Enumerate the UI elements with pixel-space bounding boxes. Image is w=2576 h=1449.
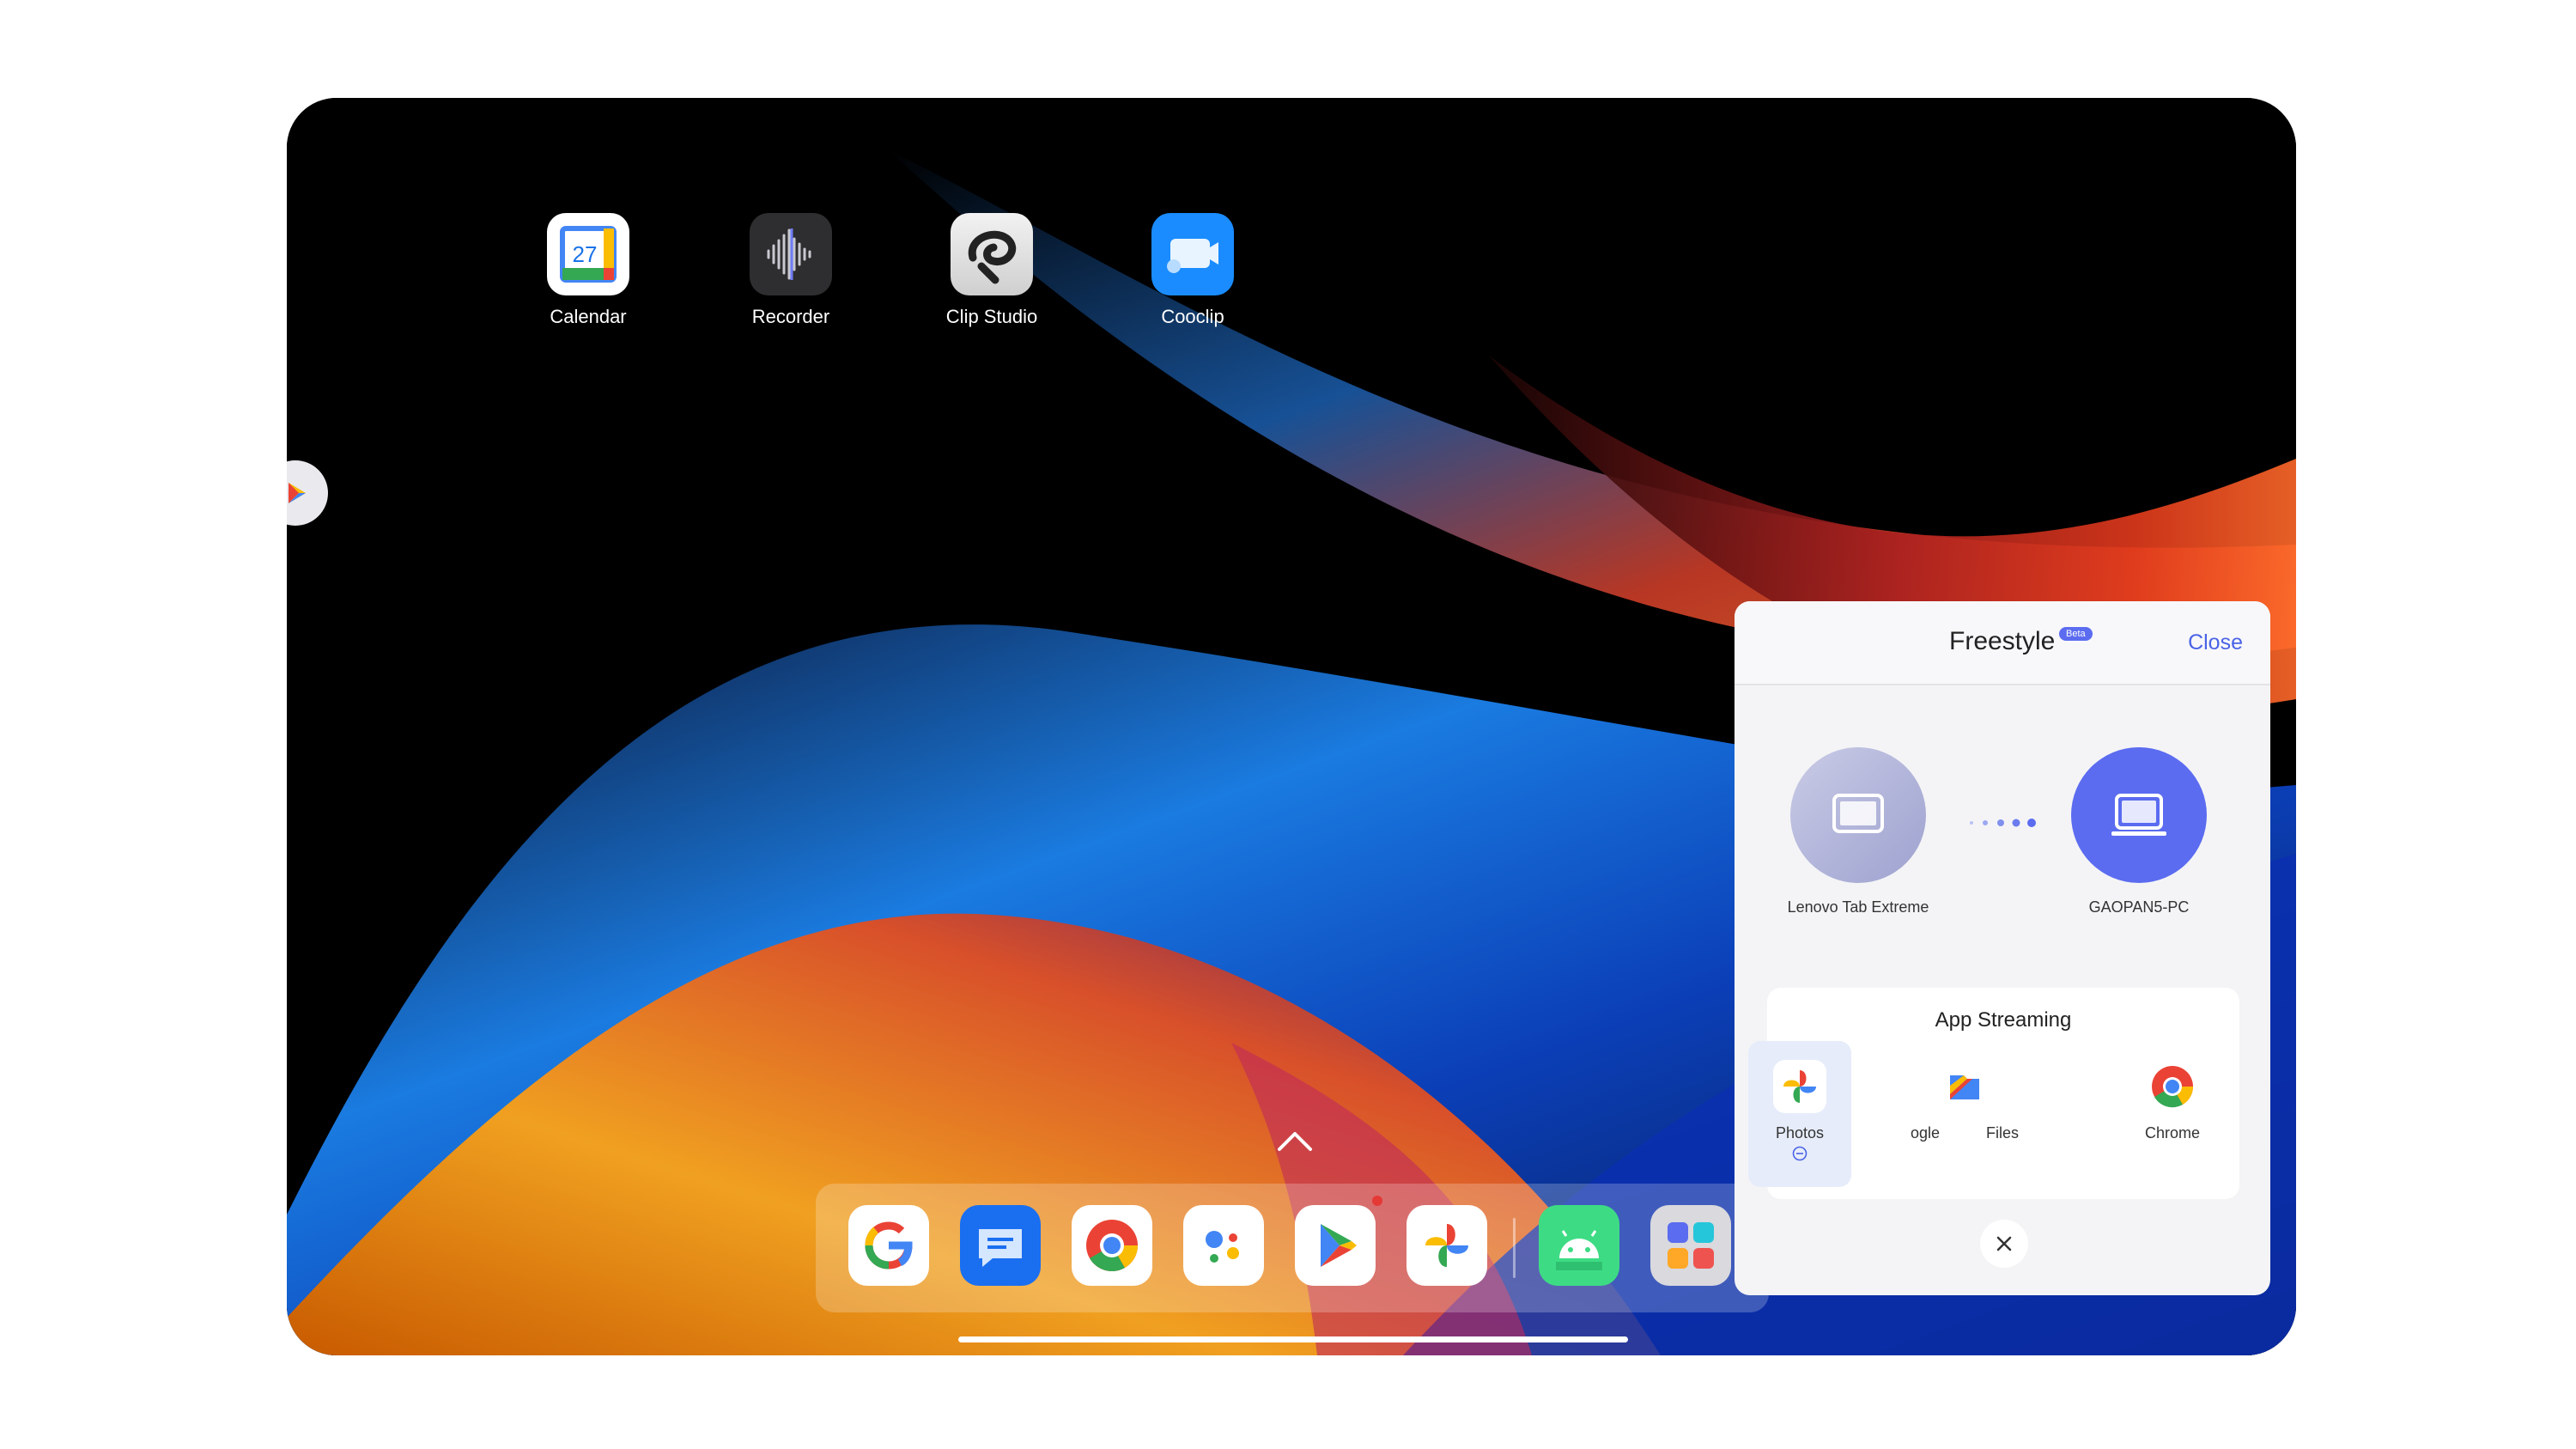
stream-app-files-label: Files bbox=[1986, 1124, 2019, 1142]
tablet-screen: 27 Calendar Recorder bbox=[287, 98, 2296, 1355]
app-clip-studio[interactable]: Clip Studio bbox=[923, 213, 1060, 328]
stream-app-photos-label: Photos bbox=[1748, 1124, 1851, 1142]
home-gesture-bar[interactable] bbox=[958, 1336, 1628, 1342]
dock-android-studio[interactable] bbox=[1539, 1205, 1619, 1286]
remove-circle-icon[interactable] bbox=[1792, 1146, 1807, 1161]
clip-studio-icon bbox=[951, 213, 1033, 295]
photos-icon bbox=[1406, 1205, 1487, 1286]
dock-messages[interactable] bbox=[960, 1205, 1041, 1286]
play-store-icon bbox=[1295, 1205, 1376, 1286]
stream-app-partial-label: ogle bbox=[1911, 1124, 1940, 1142]
dock-play-store[interactable] bbox=[1295, 1205, 1376, 1286]
calendar-icon: 27 bbox=[547, 213, 629, 295]
dock-app-drawer[interactable] bbox=[1650, 1205, 1731, 1286]
dock-google[interactable] bbox=[848, 1205, 929, 1286]
side-bar-handle[interactable] bbox=[287, 460, 328, 526]
app-label-cooclip: Cooclip bbox=[1124, 306, 1261, 328]
chrome-icon bbox=[2146, 1060, 2199, 1113]
dock-separator bbox=[1513, 1218, 1516, 1278]
freestyle-panel: Freestyle Beta Close Lenovo Tab Extreme bbox=[1735, 601, 2270, 1295]
app-label-clip-studio: Clip Studio bbox=[923, 306, 1060, 328]
dock bbox=[816, 1184, 1769, 1312]
stream-app-chrome[interactable]: Chrome bbox=[2121, 1041, 2224, 1187]
files-icon bbox=[1938, 1060, 1991, 1113]
assistant-icon bbox=[1183, 1205, 1264, 1286]
app-calendar[interactable]: 27 Calendar bbox=[519, 213, 657, 328]
dock-chrome[interactable] bbox=[1072, 1205, 1152, 1286]
app-label-calendar: Calendar bbox=[519, 306, 657, 328]
device-pc[interactable]: GAOPAN5-PC bbox=[2040, 747, 2238, 916]
dismiss-button[interactable] bbox=[1980, 1220, 2028, 1268]
stream-app-photos[interactable]: Photos bbox=[1748, 1041, 1851, 1187]
app-recorder[interactable]: Recorder bbox=[722, 213, 860, 328]
close-icon bbox=[1980, 1220, 2028, 1268]
side-launcher-icon bbox=[287, 460, 328, 526]
app-label-recorder: Recorder bbox=[722, 306, 860, 328]
tablet-icon bbox=[1790, 747, 1926, 883]
app-streaming-card: App Streaming Photos bbox=[1767, 988, 2239, 1199]
device-tablet[interactable]: Lenovo Tab Extreme bbox=[1759, 747, 1957, 916]
app-drawer-icon bbox=[1650, 1205, 1731, 1286]
recorder-icon bbox=[750, 213, 832, 295]
dock-assistant[interactable] bbox=[1183, 1205, 1264, 1286]
device-pc-label: GAOPAN5-PC bbox=[2040, 898, 2238, 916]
google-icon bbox=[848, 1205, 929, 1286]
stream-app-files[interactable]: ogle Files bbox=[1879, 1041, 2050, 1187]
app-cooclip[interactable]: Cooclip bbox=[1124, 213, 1261, 328]
dock-photos[interactable] bbox=[1406, 1205, 1487, 1286]
chrome-icon bbox=[1072, 1205, 1152, 1286]
connection-dots bbox=[1966, 814, 2044, 831]
device-tablet-label: Lenovo Tab Extreme bbox=[1759, 898, 1957, 916]
panel-header: Freestyle Beta Close bbox=[1735, 601, 2270, 685]
notification-dot bbox=[1372, 1196, 1382, 1206]
cooclip-icon bbox=[1151, 213, 1234, 295]
close-button[interactable]: Close bbox=[2188, 630, 2243, 655]
chevron-up-icon[interactable] bbox=[1274, 1129, 1315, 1153]
device-pc-circle bbox=[2071, 747, 2207, 883]
app-streaming-title: App Streaming bbox=[1767, 1008, 2239, 1032]
laptop-icon bbox=[2071, 747, 2207, 883]
messages-icon bbox=[960, 1205, 1041, 1286]
stream-app-chrome-label: Chrome bbox=[2121, 1124, 2224, 1142]
beta-badge: Beta bbox=[2059, 627, 2093, 641]
device-tablet-circle bbox=[1790, 747, 1926, 883]
calendar-day: 27 bbox=[573, 241, 598, 267]
panel-title: Freestyle bbox=[1949, 627, 2055, 656]
photos-icon bbox=[1773, 1060, 1826, 1113]
android-studio-icon bbox=[1539, 1205, 1619, 1286]
